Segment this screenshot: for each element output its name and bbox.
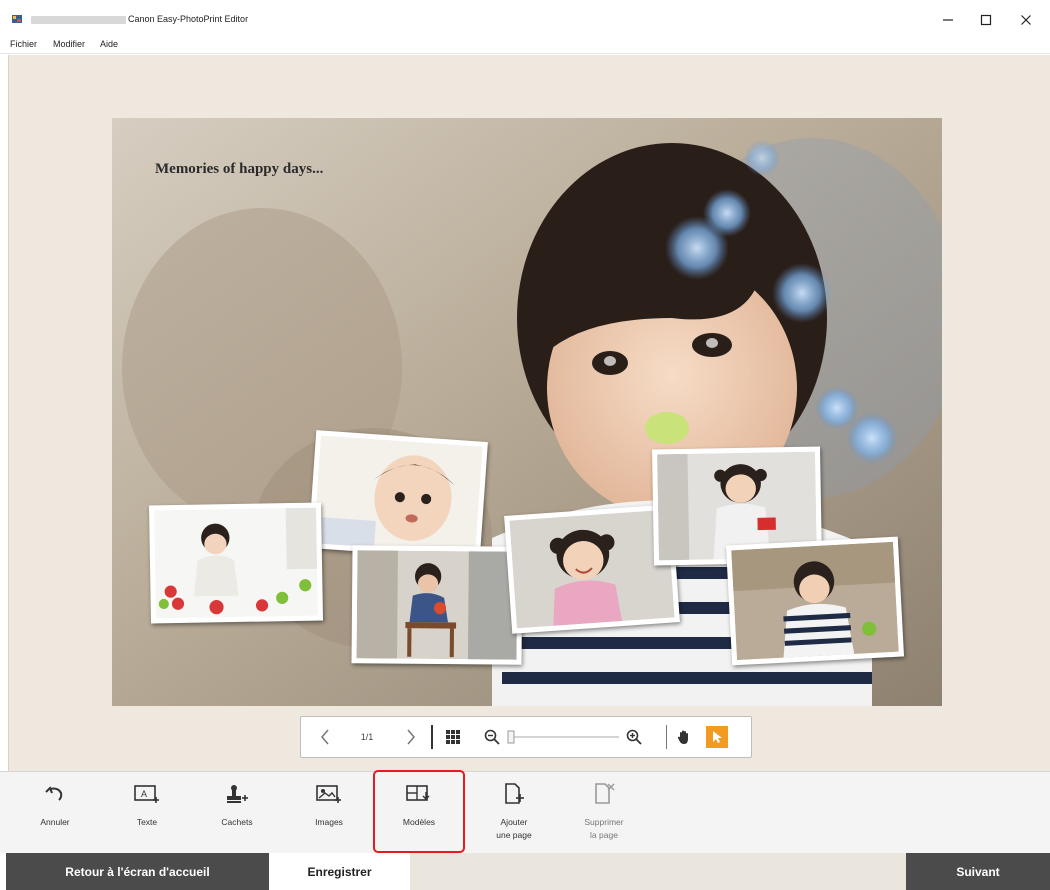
- close-icon: [1021, 15, 1031, 25]
- maximize-button[interactable]: [966, 8, 1006, 32]
- title-redacted-block: [31, 16, 126, 24]
- title-bar: Canon Easy-PhotoPrint Editor: [0, 0, 1050, 36]
- divider: [663, 717, 669, 757]
- add-page-button[interactable]: Ajouter une page: [474, 772, 554, 854]
- collage-photo-3[interactable]: [351, 545, 523, 665]
- divider: [429, 717, 435, 757]
- zoom-in-button[interactable]: [623, 717, 645, 757]
- hand-tool-button[interactable]: [673, 717, 695, 757]
- zoom-in-icon: [626, 729, 642, 745]
- canvas-caption-text[interactable]: Memories of happy days...: [155, 161, 323, 178]
- app-icon: [12, 15, 22, 23]
- images-label: Images: [315, 817, 343, 827]
- chevron-right-icon: [407, 729, 415, 745]
- grid-view-icon: [446, 730, 460, 744]
- text-button[interactable]: A Texte: [107, 772, 187, 854]
- undo-icon: [45, 786, 63, 801]
- undo-label: Annuler: [40, 817, 70, 827]
- stamps-label: Cachets: [221, 817, 253, 827]
- text-box-icon: A: [134, 785, 159, 803]
- layout-canvas[interactable]: Memories of happy days...: [112, 118, 942, 706]
- stamp-icon: [227, 785, 248, 803]
- previous-page-button[interactable]: [311, 717, 339, 757]
- photo-girl-striped-shirt: [731, 541, 899, 661]
- delete-page-button[interactable]: Supprimer la page: [564, 772, 644, 854]
- hand-tool-icon: [677, 730, 688, 744]
- page-navigation-bar: 1/1: [300, 716, 752, 758]
- bottom-bar: Retour à l'écran d'accueil Enregistrer S…: [0, 853, 1050, 890]
- window-title: Canon Easy-PhotoPrint Editor: [128, 14, 249, 24]
- add-page-icon: [505, 783, 524, 804]
- chevron-left-icon: [321, 729, 329, 745]
- menu-aide[interactable]: Aide: [100, 39, 118, 49]
- photo-baby-portrait: [313, 435, 483, 555]
- editing-toolbar: Annuler A Texte Cachets Images Modèles A…: [0, 771, 1050, 853]
- minimize-icon: [943, 19, 953, 21]
- collage-photo-1[interactable]: [308, 430, 488, 560]
- templates-highlight-frame: [373, 770, 465, 853]
- next-button[interactable]: Suivant: [906, 853, 1050, 890]
- minimize-button[interactable]: [928, 8, 968, 32]
- delete-page-icon: [595, 783, 615, 804]
- next-page-button[interactable]: [397, 717, 425, 757]
- collage-photo-6[interactable]: [725, 536, 905, 666]
- grid-view-button[interactable]: [441, 717, 465, 757]
- back-to-home-button[interactable]: Retour à l'écran d'accueil: [6, 853, 269, 890]
- images-button[interactable]: Images: [289, 772, 369, 854]
- collage-photo-2[interactable]: [148, 502, 324, 624]
- text-label: Texte: [136, 817, 158, 827]
- page-indicator: 1/1: [360, 732, 374, 742]
- undo-button[interactable]: Annuler: [15, 772, 95, 854]
- pointer-tool-active-bg: [706, 726, 728, 748]
- close-button[interactable]: [1006, 8, 1046, 32]
- save-button[interactable]: Enregistrer: [269, 853, 410, 890]
- svg-text:A: A: [141, 789, 147, 799]
- menu-fichier[interactable]: Fichier: [10, 39, 37, 49]
- add-page-label: Ajouter une page: [496, 817, 532, 840]
- zoom-slider-track: [507, 730, 619, 744]
- pointer-tool-icon: [713, 731, 722, 743]
- delete-page-label: Supprimer la page: [584, 817, 624, 840]
- photo-baby-apples: [154, 507, 318, 619]
- bottom-bar-spacer: [410, 853, 906, 890]
- menu-bar: Fichier Modifier Aide: [0, 36, 1050, 54]
- zoom-out-icon: [484, 729, 500, 745]
- image-add-icon: [316, 785, 341, 803]
- photo-boy-chair: [356, 550, 518, 660]
- stamps-button[interactable]: Cachets: [197, 772, 277, 854]
- zoom-slider[interactable]: [505, 717, 623, 757]
- maximize-icon: [980, 14, 992, 26]
- menu-modifier[interactable]: Modifier: [53, 39, 85, 49]
- zoom-out-button[interactable]: [481, 717, 503, 757]
- pointer-tool-button[interactable]: [705, 717, 729, 757]
- photo-girl-smiling: [509, 509, 675, 629]
